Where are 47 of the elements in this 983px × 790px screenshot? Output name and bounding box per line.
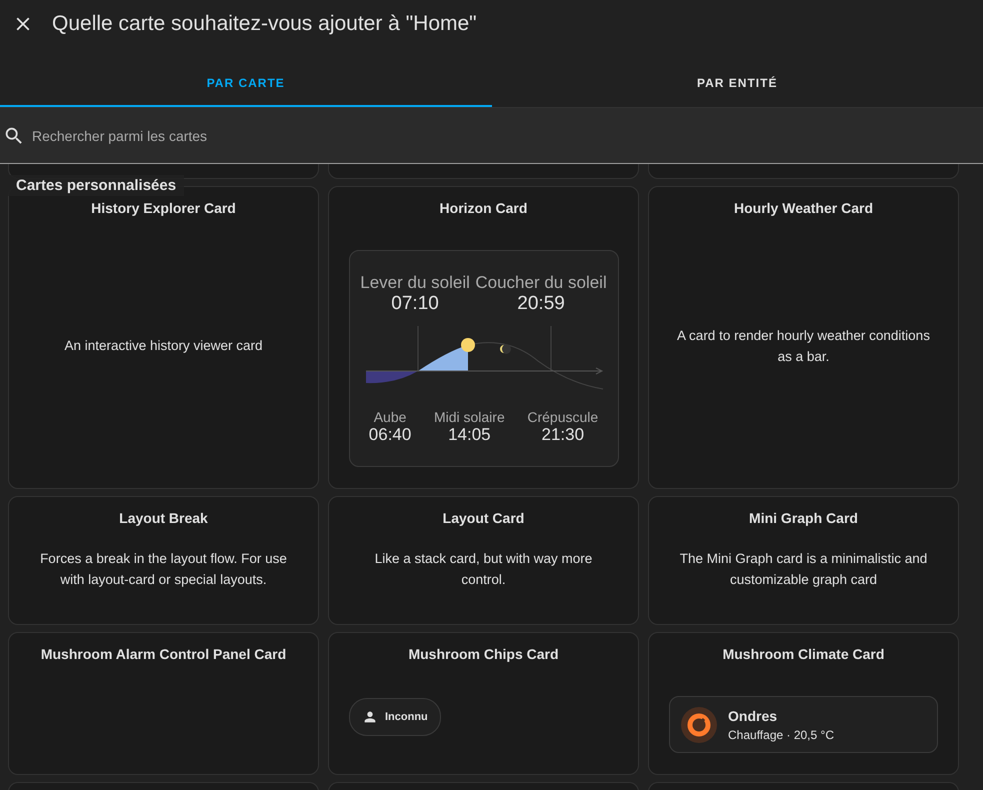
time-label: Aube	[374, 409, 406, 425]
time-label: Midi solaire	[434, 409, 505, 425]
card-option[interactable]: Layout Card Like a stack card, but with way more control.	[328, 496, 639, 625]
card-option[interactable]: Mushroom Chips Card Inconnu	[328, 632, 639, 775]
person-chip: Inconnu	[349, 698, 441, 736]
daylight-area	[418, 345, 468, 371]
time-value: 06:40	[368, 425, 412, 445]
card-title: Mushroom Chips Card	[408, 646, 559, 662]
card-title: Layout Card	[442, 510, 524, 526]
time-label: Crépuscule	[527, 409, 598, 425]
section-title: Cartes personnalisées	[8, 175, 184, 196]
sunrise-marker	[417, 326, 418, 372]
card-description: A card to render hourly weather conditions as a bar.	[676, 326, 931, 366]
entity-state: Chauffage · 20,5 °C	[728, 728, 834, 742]
card-description: An interactive history viewer card	[63, 337, 264, 355]
card-description: The Mini Graph card is a minimalistic and customizable graph card	[678, 550, 928, 589]
thermostat-icon	[680, 706, 718, 744]
tab[interactable]: PAR ENTITÉ	[492, 60, 983, 107]
card-title: Mushroom Climate Card	[722, 646, 884, 662]
card-title: Horizon Card	[440, 200, 528, 216]
entity-name: Ondres	[728, 708, 778, 724]
card-title: Hourly Weather Card	[734, 200, 873, 216]
card-option[interactable]: Hourly Weather Card A card to render hourly weather conditions as a bar.	[648, 186, 959, 489]
sunset-marker	[550, 326, 551, 372]
sunrise-time: 07:10	[391, 293, 439, 315]
time-value: 21:30	[541, 425, 584, 445]
night-area	[366, 371, 418, 384]
card-option[interactable]: Mushroom Alarm Control Panel Card	[8, 632, 319, 775]
card-option[interactable]: Mini Graph Card The Mini Graph card is a minimalistic and customizable graph card	[648, 496, 959, 625]
search-field[interactable]: Rechercher parmi les cartes	[0, 108, 983, 164]
moon-icon	[500, 344, 510, 354]
card-description: Like a stack card, but with way more control.	[374, 550, 594, 588]
card-title: Mushroom Alarm Control Panel Card	[40, 646, 286, 662]
sunset-label: Coucher du soleil	[475, 273, 607, 293]
card-option[interactable]: Horizon Card Lever du soleil 07:10 Coucher du soleil 20:59 Aube 06:40 Midi solaire 14:05 Crépuscule 21:30	[328, 186, 639, 489]
time-value: 14:05	[448, 425, 491, 445]
card-option[interactable]: Mushroom Climate Card Ondres Chauffage · 20,5 °C	[648, 632, 959, 775]
card-description: Forces a break in the layout flow. For use with layout-card or special layouts.	[39, 550, 288, 589]
card-title: History Explorer Card	[91, 200, 236, 216]
dialog-title: Quelle carte souhaitez-vous ajouter à "Home"	[52, 12, 477, 36]
card-option[interactable]: Layout Break Forces a break in the layout flow. For use with layout-card or special layouts.	[8, 496, 319, 625]
sunrise-label: Lever du soleil	[360, 273, 470, 293]
person-icon	[362, 708, 378, 724]
card-title: Mini Graph Card	[749, 510, 858, 526]
sunset-time: 20:59	[517, 293, 565, 315]
card-title: Layout Break	[119, 510, 208, 526]
sun-icon	[460, 338, 474, 352]
